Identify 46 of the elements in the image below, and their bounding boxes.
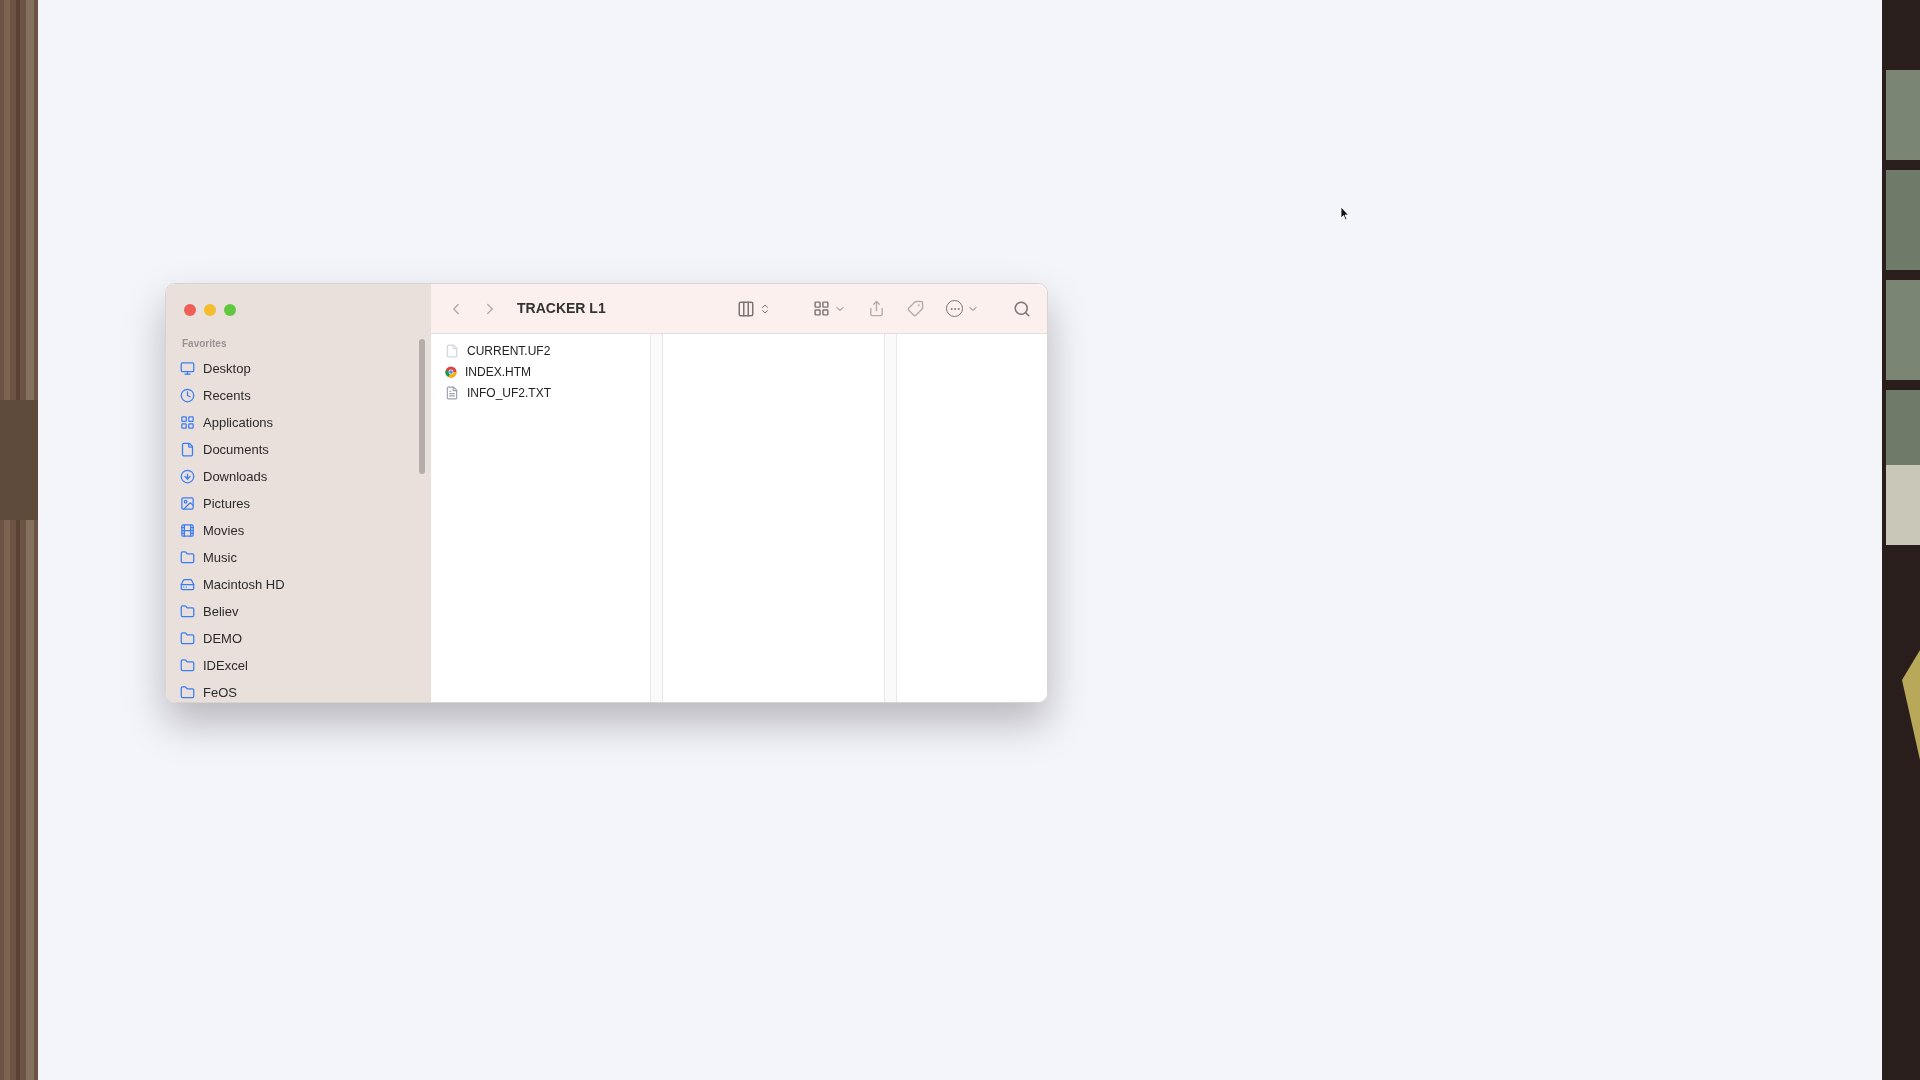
zoom-button[interactable] — [224, 304, 236, 316]
grid-icon — [813, 300, 830, 317]
film-icon — [180, 523, 195, 538]
group-button[interactable] — [813, 300, 846, 317]
folder-icon — [180, 631, 195, 646]
clock-icon — [180, 388, 195, 403]
sidebar-item[interactable]: Pictures — [180, 490, 431, 517]
sidebar-section-title: Favorites — [182, 337, 228, 351]
drive-icon — [180, 577, 195, 592]
sidebar-item[interactable]: Music — [180, 544, 431, 571]
sidebar-item[interactable]: Desktop — [180, 355, 431, 382]
file-item[interactable]: INDEX.HTM — [445, 361, 650, 382]
sidebar-item[interactable]: Movies — [180, 517, 431, 544]
window-title: TRACKER L1 — [517, 299, 606, 318]
folder-icon — [180, 550, 195, 565]
monitor-icon — [180, 361, 195, 376]
folder-icon — [180, 685, 195, 700]
file-icon — [445, 343, 459, 358]
folder-icon — [180, 658, 195, 673]
cursor-icon — [1340, 206, 1350, 221]
browser-icon — [445, 365, 457, 378]
sidebar-item[interactable]: Downloads — [180, 463, 431, 490]
sidebar-item[interactable]: Macintosh HD — [180, 571, 431, 598]
file-item[interactable]: INFO_UF2.TXT — [445, 382, 650, 403]
sidebar-item[interactable]: Believ — [180, 598, 431, 625]
sidebar-item[interactable]: Documents — [180, 436, 431, 463]
sidebar-item[interactable]: IDExcel — [180, 652, 431, 679]
grid-icon — [180, 415, 195, 430]
sidebar-item[interactable]: Applications — [180, 409, 431, 436]
minimize-button[interactable] — [204, 304, 216, 316]
sidebar-item[interactable]: Recents — [180, 382, 431, 409]
folder-icon — [180, 604, 195, 619]
search-button[interactable] — [1013, 299, 1031, 318]
document-icon — [180, 442, 195, 457]
tag-button[interactable] — [907, 300, 924, 317]
close-button[interactable] — [184, 304, 196, 316]
download-icon — [180, 469, 195, 484]
image-icon — [180, 496, 195, 511]
text-file-icon — [445, 385, 459, 400]
file-item[interactable]: CURRENT.UF2 — [445, 340, 650, 361]
updown-icon — [759, 302, 771, 315]
sidebar-item[interactable]: DEMO — [180, 625, 431, 652]
columns-icon — [737, 299, 755, 318]
view-button[interactable] — [737, 299, 771, 318]
share-button[interactable] — [868, 300, 885, 317]
sidebar-item[interactable]: FeOS — [180, 679, 431, 702]
